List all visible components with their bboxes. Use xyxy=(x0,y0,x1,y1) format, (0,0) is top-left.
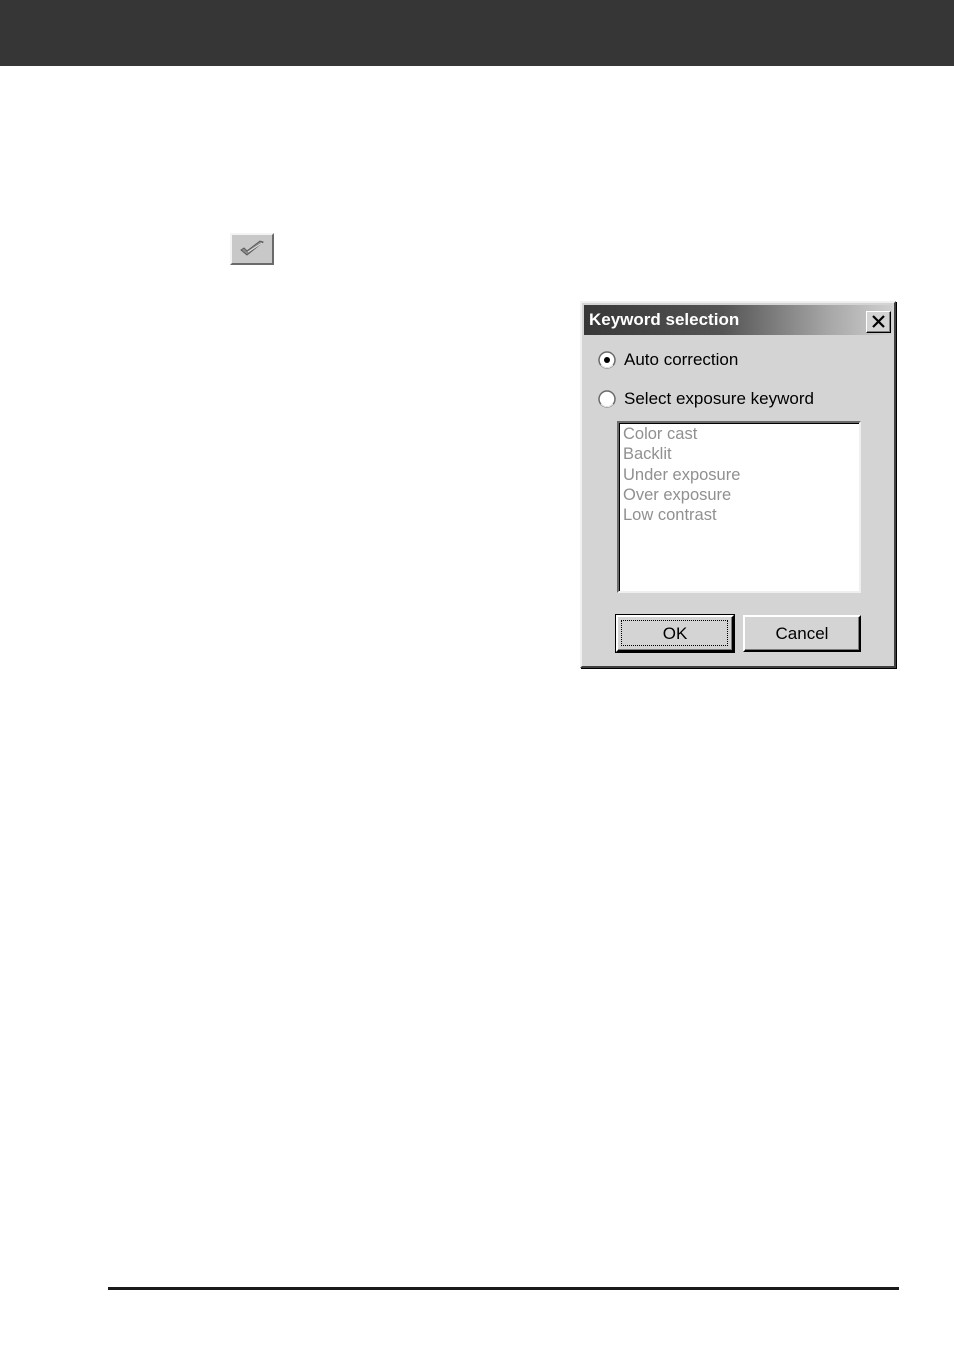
list-item-color-cast[interactable]: Color cast xyxy=(623,424,859,444)
select-exposure-keyword-radio[interactable] xyxy=(598,390,616,408)
cancel-button[interactable]: Cancel xyxy=(743,615,861,652)
close-button[interactable] xyxy=(866,311,891,333)
list-item-over-exposure[interactable]: Over exposure xyxy=(623,485,859,505)
header-bar xyxy=(0,0,954,66)
checkmark-icon xyxy=(240,240,265,256)
focus-rectangle xyxy=(621,620,728,646)
footer-rule xyxy=(108,1287,899,1290)
ok-button[interactable]: OK xyxy=(615,614,735,653)
dialog-title: Keyword selection xyxy=(589,310,740,329)
list-item-backlit[interactable]: Backlit xyxy=(623,444,859,464)
dialog-title-bar: Keyword selection xyxy=(584,305,892,335)
auto-correction-label: Auto correction xyxy=(624,350,739,369)
cancel-button-label: Cancel xyxy=(775,624,829,643)
close-icon xyxy=(872,315,885,328)
exposure-keyword-list[interactable]: Color cast Backlit Under exposure Over e… xyxy=(617,421,861,593)
keyword-selection-toolbar-button[interactable] xyxy=(230,233,274,265)
keyword-selection-dialog: Keyword selection Auto correction Select… xyxy=(580,301,896,668)
select-exposure-keyword-label: Select exposure keyword xyxy=(624,389,814,408)
auto-correction-radio[interactable] xyxy=(598,351,616,369)
list-item-under-exposure[interactable]: Under exposure xyxy=(623,465,859,485)
list-item-low-contrast[interactable]: Low contrast xyxy=(623,505,859,525)
